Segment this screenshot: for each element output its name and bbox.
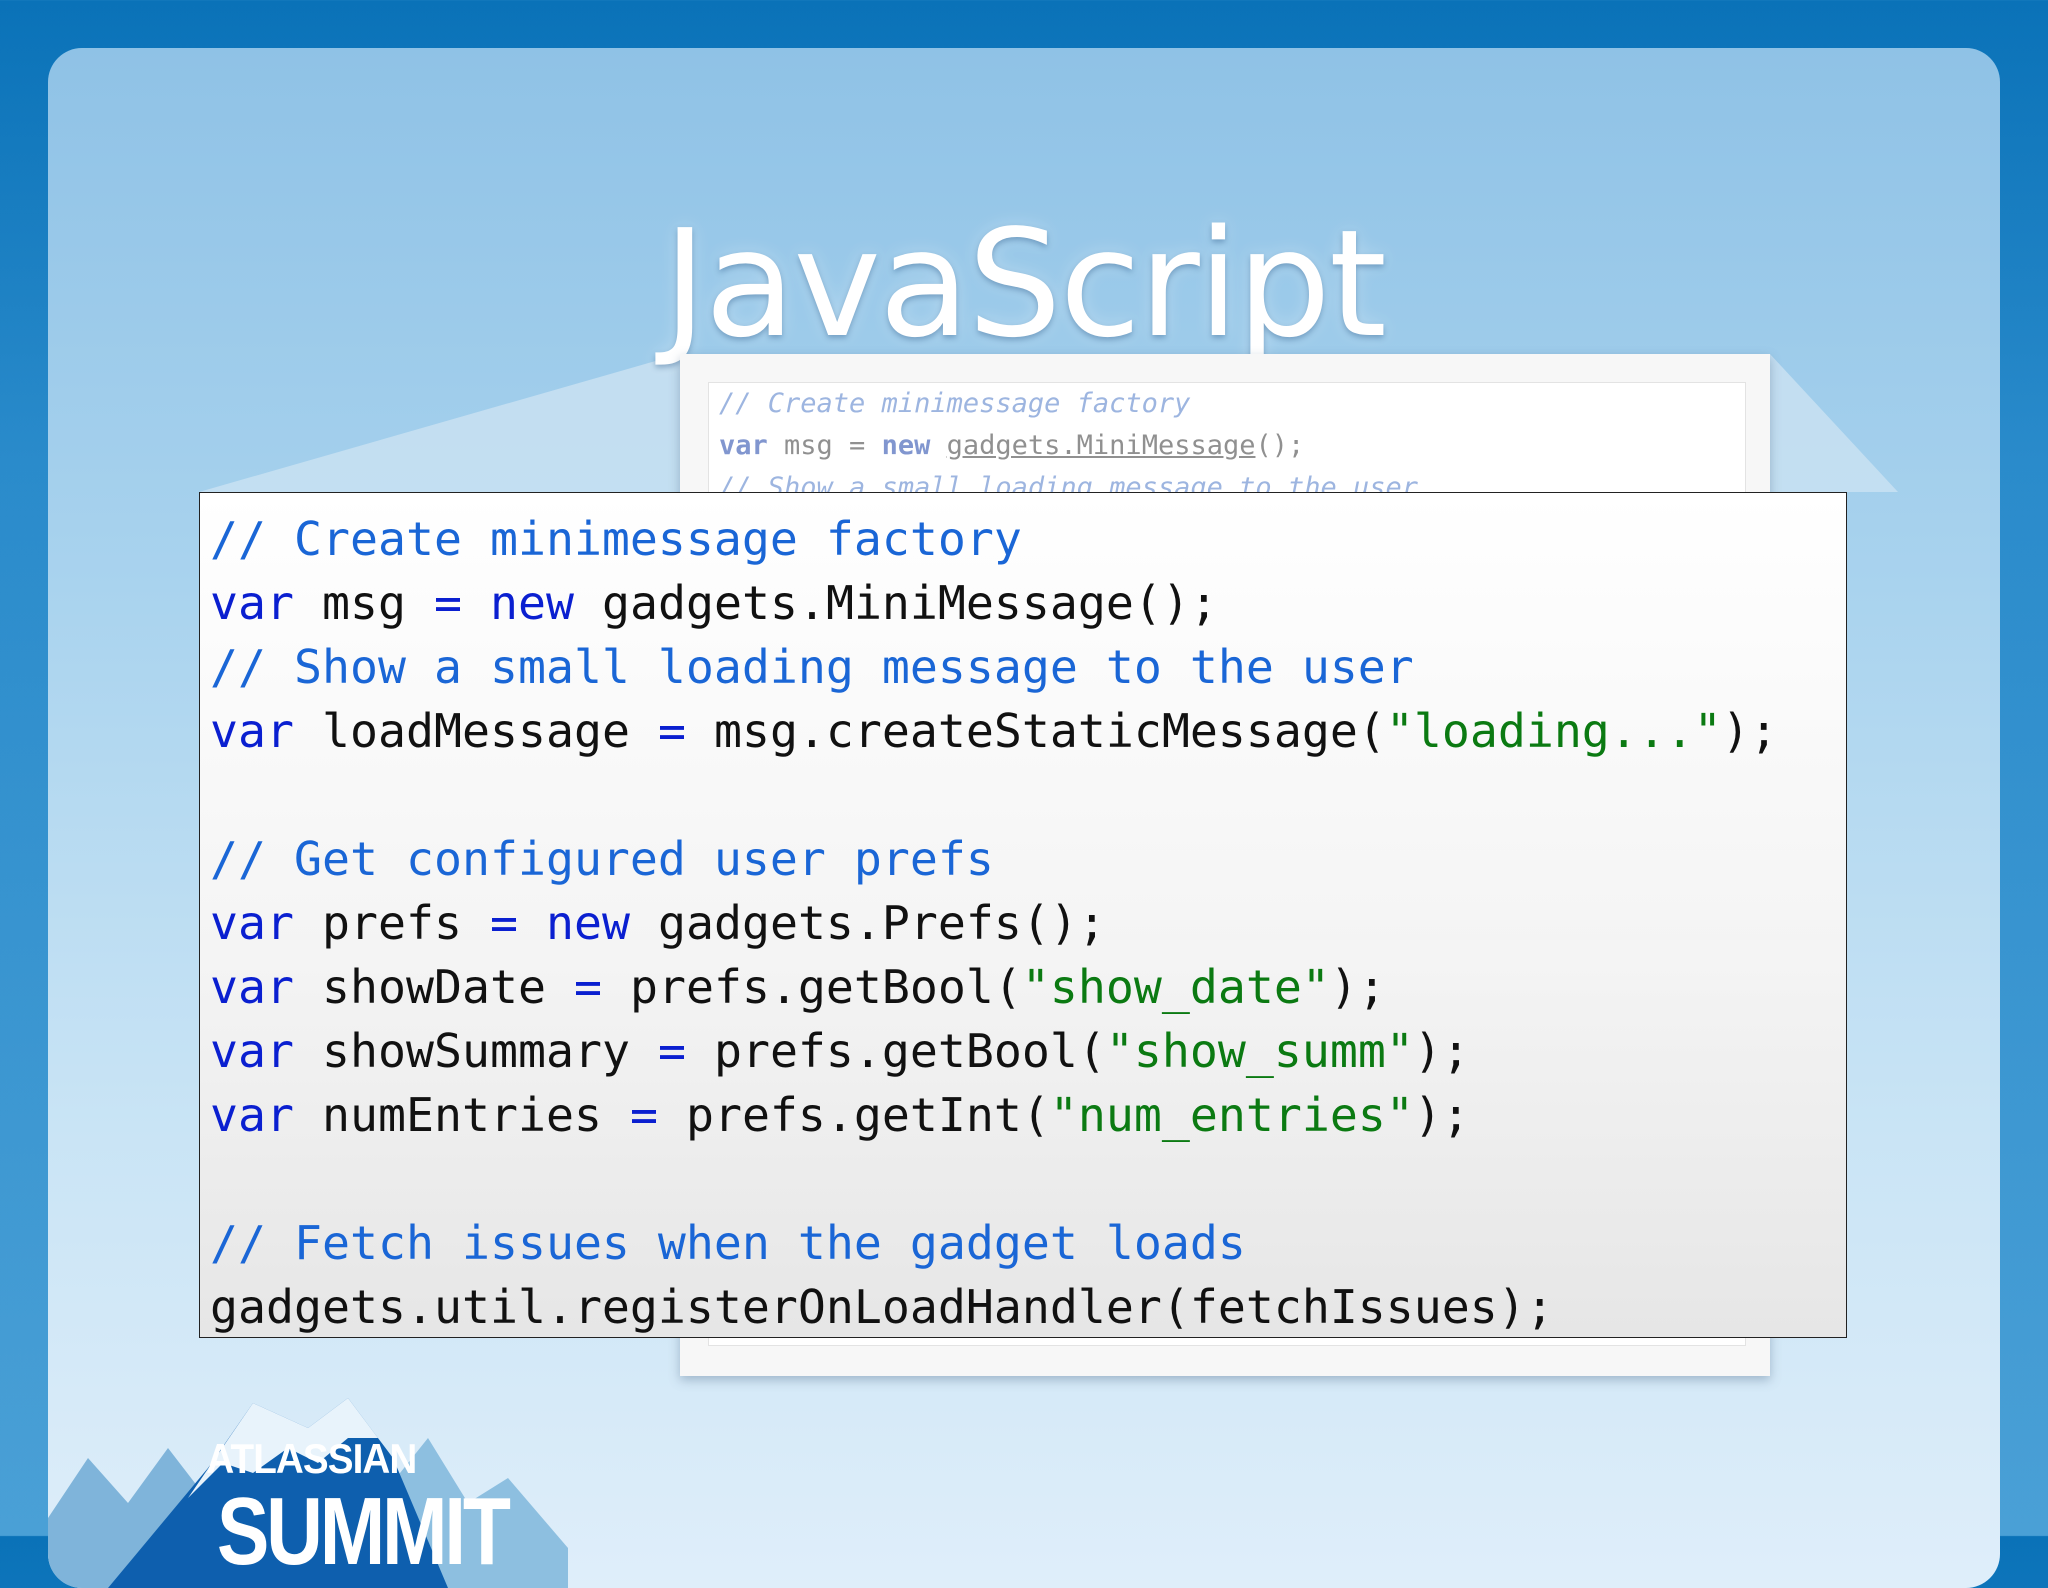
code-line: // Show a small loading message to the u… (210, 635, 1846, 699)
code-text: prefs.getBool( (685, 1024, 1106, 1078)
code-line: var msg = new gadgets.MiniMessage(); (210, 571, 1846, 635)
code-line: var loadMessage = msg.createStaticMessag… (210, 699, 1846, 763)
code-text: loadMessage (294, 704, 658, 758)
code-keyword: var (210, 704, 294, 758)
code-text: gadgets.MiniMessage(); (573, 576, 1218, 630)
code-keyword: = (657, 1024, 686, 1078)
code-string: "loading..." (1385, 704, 1722, 758)
code-keyword: = (629, 1088, 658, 1142)
logo-top-text: ATLASSIAN (206, 1435, 417, 1482)
code-line: var showDate = prefs.getBool("show_date"… (210, 955, 1846, 1019)
slide-title: JavaScript (663, 198, 1387, 370)
code-text: prefs.getBool( (601, 960, 1022, 1014)
background-code-line: // Create minimessage factory (719, 388, 1191, 419)
code-text: prefs (294, 896, 490, 950)
code-text: numEntries (294, 1088, 630, 1142)
code-keyword: var (210, 896, 294, 950)
code-text: ); (1413, 1088, 1470, 1142)
code-keyword: new (489, 576, 574, 630)
background-code-line: var msg = new gadgets.MiniMessage(); (719, 430, 1305, 461)
code-line: var numEntries = prefs.getInt("num_entri… (210, 1083, 1846, 1147)
code-keyword: = (433, 576, 462, 630)
code-line: // Create minimessage factory (210, 507, 1846, 571)
atlassian-summit-logo: ATLASSIAN SUMMIT (198, 1435, 511, 1585)
code-text: gadgets.util.registerOnLoadHandler(fetch… (210, 1280, 1554, 1334)
code-text: ); (1413, 1024, 1470, 1078)
code-keyword: var (210, 576, 294, 630)
code-text: prefs.getInt( (657, 1088, 1050, 1142)
logo-bottom-text: SUMMIT (216, 1478, 511, 1585)
code-text: showSummary (294, 1024, 658, 1078)
code-keyword: new (545, 896, 630, 950)
code-text: ); (1329, 960, 1386, 1014)
code-keyword: var (210, 1088, 294, 1142)
code-keyword: = (489, 896, 518, 950)
code-comment: // Fetch issues when the gadget loads (210, 1216, 1246, 1270)
code-line: var prefs = new gadgets.Prefs(); (210, 891, 1846, 955)
code-string: "num_entries" (1049, 1088, 1414, 1142)
code-keyword: = (657, 704, 686, 758)
code-listing: // Create minimessage factory var msg = n… (199, 492, 1847, 1338)
code-comment: // Get configured user prefs (210, 832, 994, 886)
code-string: "show_summ" (1105, 1024, 1414, 1078)
code-comment: // Show a small loading message to the u… (210, 640, 1414, 694)
code-text: showDate (294, 960, 574, 1014)
code-string: "show_date" (1021, 960, 1330, 1014)
code-keyword: var (210, 960, 294, 1014)
code-line: var showSummary = prefs.getBool("show_su… (210, 1019, 1846, 1083)
code-text: msg (294, 576, 434, 630)
code-keyword: = (573, 960, 602, 1014)
code-line: // Get configured user prefs (210, 827, 1846, 891)
code-comment: // Create minimessage factory (210, 512, 1022, 566)
code-text: ); (1721, 704, 1778, 758)
code-line: gadgets.util.registerOnLoadHandler(fetch… (210, 1275, 1846, 1339)
code-text: gadgets.Prefs(); (629, 896, 1106, 950)
code-text: msg.createStaticMessage( (685, 704, 1386, 758)
code-line: // Fetch issues when the gadget loads (210, 1211, 1846, 1275)
code-keyword: var (210, 1024, 294, 1078)
